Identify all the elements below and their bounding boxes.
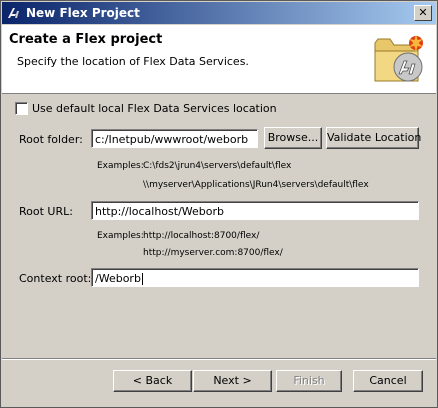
page-description: Specify the location of Flex Data Servic… <box>17 55 249 68</box>
context-root-label: Context root: <box>19 272 92 285</box>
root-url-label: Root URL: <box>19 205 73 218</box>
cancel-button[interactable]: Cancel <box>353 370 423 392</box>
validate-location-button[interactable]: Validate Location <box>326 127 421 149</box>
use-default-label[interactable]: Use default local Flex Data Services loc… <box>32 102 277 115</box>
folder-flex-icon <box>372 29 428 89</box>
window-title: New Flex Project <box>26 6 140 20</box>
context-root-input[interactable]: /Weborb <box>91 268 419 287</box>
context-root-value: /Weborb <box>95 272 141 285</box>
text-cursor <box>141 273 143 285</box>
root-folder-examples-label: Examples: <box>97 161 144 171</box>
flex-app-icon <box>6 5 22 21</box>
root-url-example-1: http://localhost:8700/flex/ <box>143 231 260 241</box>
root-url-examples-label: Examples: <box>97 231 144 241</box>
close-button[interactable]: ✕ <box>414 5 432 21</box>
finish-button[interactable]: Finish <box>276 370 342 392</box>
root-folder-label: Root folder: <box>19 133 83 146</box>
root-folder-input[interactable]: c:/Inetpub/wwwroot/weborb <box>91 129 258 148</box>
root-folder-example-1: C:\fds2\jrun4\servers\default\flex <box>143 161 292 171</box>
next-button[interactable]: Next > <box>193 370 272 392</box>
title-bar[interactable]: New Flex Project ✕ <box>2 2 436 24</box>
footer-separator <box>2 358 436 360</box>
root-url-example-2: http://myserver.com:8700/flex/ <box>143 248 283 258</box>
root-url-input[interactable]: http://localhost/Weborb <box>91 201 419 220</box>
use-default-checkbox[interactable] <box>15 102 28 115</box>
header-banner: Create a Flex project Specify the locati… <box>2 25 436 94</box>
dialog-window: New Flex Project ✕ Create a Flex project… <box>0 0 438 408</box>
page-title: Create a Flex project <box>9 32 163 47</box>
root-folder-example-2: \\myserver\Applications\JRun4\servers\de… <box>143 180 369 190</box>
close-icon: ✕ <box>418 6 428 19</box>
browse-button[interactable]: Browse... <box>264 127 322 149</box>
back-button[interactable]: < Back <box>113 370 192 392</box>
